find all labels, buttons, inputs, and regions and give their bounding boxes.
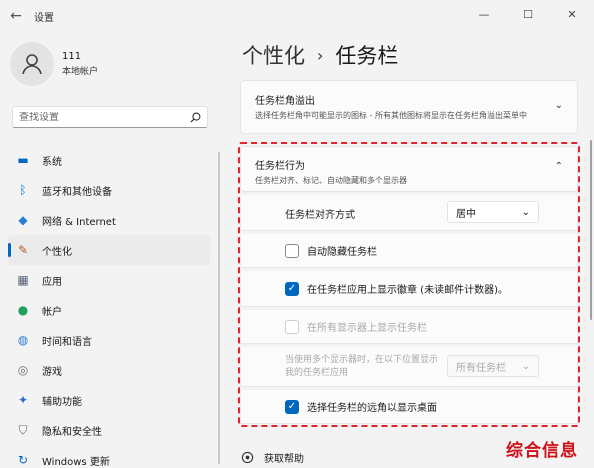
sidebar-scrollbar[interactable]	[218, 152, 220, 464]
gamepad-icon: ◎	[17, 363, 29, 377]
badges-checkbox[interactable]: ✓	[285, 281, 299, 296]
checkmark-icon: ✓	[287, 401, 297, 412]
setting-row-multi-display: 当使用多个显示器时，在以下位置显示我的任务栏应用 所有任务栏 ⌄	[240, 347, 578, 387]
sidebar-item[interactable]: ⛉ 隐私和安全性	[8, 415, 210, 445]
sidebar-item-label: 隐私和安全性	[42, 426, 102, 438]
taskbar-corner-overflow-card[interactable]: 任务栏角溢出 选择任务栏角中可能显示的图标 - 所有其他图标将显示在任务栏角溢出…	[240, 80, 578, 134]
breadcrumb-separator: ›	[317, 45, 324, 65]
multi-display-dropdown[interactable]: 所有任务栏 ⌄	[447, 355, 539, 377]
sidebar-item-label: 帐户	[42, 306, 62, 318]
setting-row-far-corner: ✓ 选择任务栏的远角以显示桌面	[240, 390, 578, 424]
chevron-down-icon[interactable]: ⌄	[555, 100, 563, 111]
chevron-up-icon[interactable]: ⌃	[555, 161, 563, 172]
search-icon[interactable]	[189, 111, 201, 123]
sidebar-item[interactable]: ᛒ 蓝牙和其他设备	[8, 175, 210, 205]
sidebar-item-label: 个性化	[42, 246, 72, 258]
help-icon	[240, 451, 254, 465]
back-arrow-icon: ←	[10, 8, 22, 24]
sidebar-item[interactable]: ✦ 辅助功能	[8, 385, 210, 415]
breadcrumb: 个性化 › 任务栏	[242, 40, 398, 70]
sidebar-item-label: 游戏	[42, 366, 62, 378]
profile-name: 111	[62, 51, 82, 62]
breadcrumb-parent[interactable]: 个性化	[242, 40, 305, 70]
profile[interactable]: 111 本地帐户	[10, 42, 98, 86]
minimize-button[interactable]: —	[462, 0, 506, 28]
main-scrollbar[interactable]	[590, 140, 592, 320]
sidebar-item[interactable]: ◆ 网络 & Internet	[8, 205, 210, 235]
close-icon: ✕	[567, 7, 577, 21]
avatar	[10, 42, 54, 86]
wifi-icon: ◆	[18, 213, 28, 227]
search-box[interactable]	[12, 106, 208, 128]
dropdown-value: 所有任务栏	[456, 362, 506, 374]
update-icon: ↻	[17, 453, 29, 467]
apps-icon: ▦	[17, 273, 29, 287]
sidebar-item-label: 网络 & Internet	[42, 216, 116, 228]
alignment-dropdown[interactable]: 居中 ⌄	[447, 201, 539, 223]
get-help-label: 获取帮助	[264, 454, 304, 465]
sidebar-item-label: 辅助功能	[42, 396, 82, 408]
sidebar-item[interactable]: ◎ 游戏	[8, 355, 210, 385]
setting-row-all-displays: 在所有显示器上显示任务栏	[240, 310, 578, 344]
sidebar-item[interactable]: ● 帐户	[8, 295, 210, 325]
page-title: 任务栏	[335, 44, 399, 68]
far-corner-checkbox[interactable]: ✓	[285, 399, 299, 414]
sidebar-item[interactable]: ✎ 个性化	[8, 235, 210, 265]
sidebar-item-label: Windows 更新	[42, 456, 110, 468]
window-controls: — ☐ ✕	[462, 0, 594, 28]
sidebar-item[interactable]: ▬ 系统	[8, 145, 210, 175]
get-help-link[interactable]: 获取帮助	[240, 450, 304, 465]
sidebar-item[interactable]: ▦ 应用	[8, 265, 210, 295]
all-displays-label: 在所有显示器上显示任务栏	[307, 323, 427, 334]
sidebar-item-label: 系统	[42, 156, 62, 168]
sidebar-item-label: 时间和语言	[42, 336, 92, 348]
setting-row-badges: ✓ 在任务栏应用上显示徽章 (未读邮件计数器)。	[240, 271, 578, 307]
dropdown-value: 居中	[456, 208, 476, 220]
shield-icon: ⛉	[18, 422, 28, 437]
bluetooth-icon: ᛒ	[19, 183, 27, 197]
clock-globe-icon: ◍	[17, 333, 29, 347]
card-title: 任务栏行为	[255, 161, 305, 172]
chevron-down-icon: ⌄	[521, 360, 530, 372]
autohide-label: 自动隐藏任务栏	[307, 247, 377, 258]
title-bar: ← 设置 — ☐ ✕	[0, 0, 594, 32]
sidebar-item[interactable]: ↻ Windows 更新	[8, 445, 210, 468]
checkmark-icon: ✓	[287, 283, 297, 294]
maximize-icon: ☐	[523, 7, 533, 21]
profile-account-type: 本地帐户	[62, 67, 99, 77]
maximize-button[interactable]: ☐	[506, 0, 550, 28]
card-description: 任务栏对齐、标记、自动隐藏和多个显示器	[255, 176, 407, 185]
setting-row-alignment: 任务栏对齐方式 居中 ⌄	[240, 195, 578, 231]
card-title: 任务栏角溢出	[255, 96, 315, 107]
back-button[interactable]: ←	[2, 2, 30, 30]
minimize-icon: —	[478, 7, 490, 21]
all-displays-checkbox[interactable]	[285, 319, 299, 334]
badges-label: 在任务栏应用上显示徽章 (未读邮件计数器)。	[307, 285, 508, 296]
chevron-down-icon: ⌄	[521, 206, 530, 218]
search-input[interactable]	[19, 111, 189, 123]
close-button[interactable]: ✕	[550, 0, 594, 28]
autohide-checkbox[interactable]	[285, 243, 299, 258]
sidebar-item[interactable]: ◍ 时间和语言	[8, 325, 210, 355]
monitor-icon: ▬	[17, 153, 29, 167]
card-description: 选择任务栏角中可能显示的图标 - 所有其他图标将显示在任务栏角溢出菜单中	[255, 111, 527, 120]
setting-row-autohide: 自动隐藏任务栏	[240, 234, 578, 268]
sidebar-item-label: 蓝牙和其他设备	[42, 186, 112, 198]
alignment-label: 任务栏对齐方式	[285, 210, 355, 221]
accessibility-icon: ✦	[17, 393, 29, 407]
person-avatar-icon	[22, 54, 42, 75]
multi-display-label: 当使用多个显示器时，在以下位置显示我的任务栏应用	[285, 355, 439, 378]
person-icon: ●	[17, 303, 29, 317]
far-corner-label: 选择任务栏的远角以显示桌面	[307, 403, 437, 414]
sidebar-nav: ▬ 系统 ᛒ 蓝牙和其他设备 ◆ 网络 & Internet ✎ 个性化 ▦ 应用 ● 帐户 ◍ 时间和语…	[8, 145, 210, 468]
watermark: 综合信息	[506, 441, 578, 461]
pen-icon: ✎	[17, 243, 29, 257]
app-title: 设置	[34, 12, 54, 24]
taskbar-behaviors-card[interactable]: 任务栏行为 任务栏对齐、标记、自动隐藏和多个显示器 ⌃	[240, 146, 578, 192]
sidebar-item-label: 应用	[42, 276, 62, 288]
